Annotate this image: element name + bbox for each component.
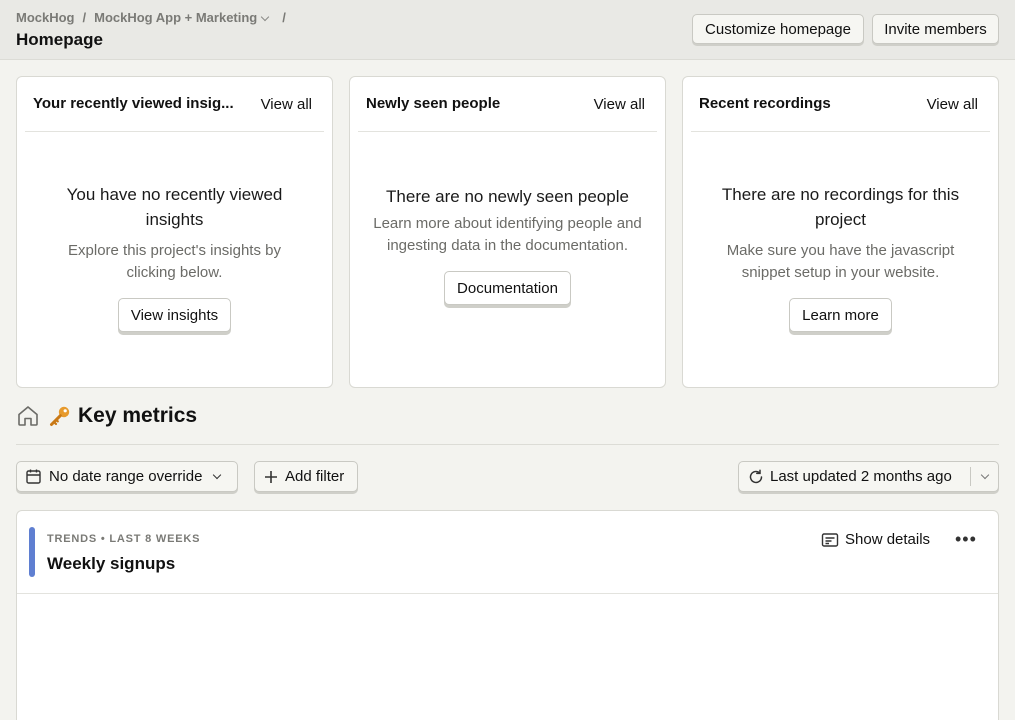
more-icon[interactable]: ••• [955, 529, 977, 550]
dashboard-title: Key metrics [48, 404, 197, 428]
home-icon[interactable] [16, 404, 40, 428]
top-bar: MockHog / MockHog App + Marketing / Home… [0, 0, 1015, 60]
empty-state: There are no newly seen people Learn mor… [370, 184, 645, 305]
view-all-link[interactable]: View all [261, 96, 312, 113]
refresh-icon [748, 468, 764, 485]
chevron-down-icon[interactable] [980, 470, 990, 480]
empty-state-title: There are no newly seen people [386, 187, 629, 206]
card-header: Newly seen people View all [358, 77, 657, 132]
chevron-down-icon [261, 12, 270, 22]
breadcrumb-separator: / [82, 10, 87, 25]
breadcrumb-separator: / [282, 10, 286, 25]
recent-recordings-card: Recent recordings View all There are no … [682, 76, 999, 388]
insight-meta: TRENDS • LAST 8 WEEKS [47, 533, 201, 545]
newly-seen-people-card: Newly seen people View all There are no … [349, 76, 666, 388]
plus-icon [264, 470, 278, 484]
divider [17, 593, 998, 594]
date-range-label: No date range override [49, 468, 203, 485]
last-updated-label: Last updated 2 months ago [770, 468, 952, 485]
customize-homepage-button[interactable]: Customize homepage [692, 14, 864, 44]
recent-insights-card: Your recently viewed insig... View all Y… [16, 76, 333, 388]
date-range-select[interactable]: No date range override [16, 461, 238, 492]
empty-state: You have no recently viewed insights Exp… [37, 182, 312, 332]
card-header: Recent recordings View all [691, 77, 990, 132]
breadcrumb: MockHog / MockHog App + Marketing / [16, 10, 294, 25]
details-icon [821, 532, 839, 548]
documentation-button[interactable]: Documentation [444, 271, 571, 305]
calendar-icon [25, 468, 42, 485]
add-filter-label: Add filter [285, 468, 345, 485]
learn-more-button[interactable]: Learn more [789, 298, 892, 332]
refresh-button[interactable]: Last updated 2 months ago [738, 461, 999, 492]
invite-members-button[interactable]: Invite members [872, 14, 999, 44]
insight-title[interactable]: Weekly signups [47, 554, 175, 574]
empty-state: There are no recordings for this project… [703, 182, 978, 332]
page-title: Homepage [16, 30, 103, 49]
card-title: Your recently viewed insig... [33, 95, 234, 112]
empty-state-title: You have no recently viewed insights [66, 185, 283, 229]
divider [16, 444, 999, 445]
chevron-down-icon [213, 470, 222, 479]
empty-state-title: There are no recordings for this project [721, 185, 960, 229]
view-all-link[interactable]: View all [594, 96, 645, 113]
empty-state-description: Learn more about identifying people and … [373, 215, 642, 254]
insight-color-bar [29, 527, 35, 577]
divider [970, 467, 971, 486]
card-title: Recent recordings [699, 95, 831, 112]
show-details-button[interactable]: Show details [821, 531, 930, 548]
empty-state-description: Make sure you have the javascript snippe… [726, 242, 955, 281]
dashboard-title-text: Key metrics [78, 404, 198, 427]
view-insights-button[interactable]: View insights [117, 298, 232, 332]
add-filter-button[interactable]: Add filter [254, 461, 358, 492]
key-icon [48, 404, 72, 428]
dashboard-title-row: Key metrics [16, 404, 197, 428]
card-title: Newly seen people [366, 95, 501, 112]
card-header: Your recently viewed insig... View all [25, 77, 324, 132]
insight-card: TRENDS • LAST 8 WEEKS Weekly signups Sho… [16, 510, 999, 720]
breadcrumb-org[interactable]: MockHog [16, 10, 75, 25]
view-all-link[interactable]: View all [927, 96, 978, 113]
show-details-label: Show details [845, 531, 931, 548]
empty-state-description: Explore this project's insights by click… [68, 242, 281, 281]
breadcrumb-project[interactable]: MockHog App + Marketing [94, 10, 270, 25]
